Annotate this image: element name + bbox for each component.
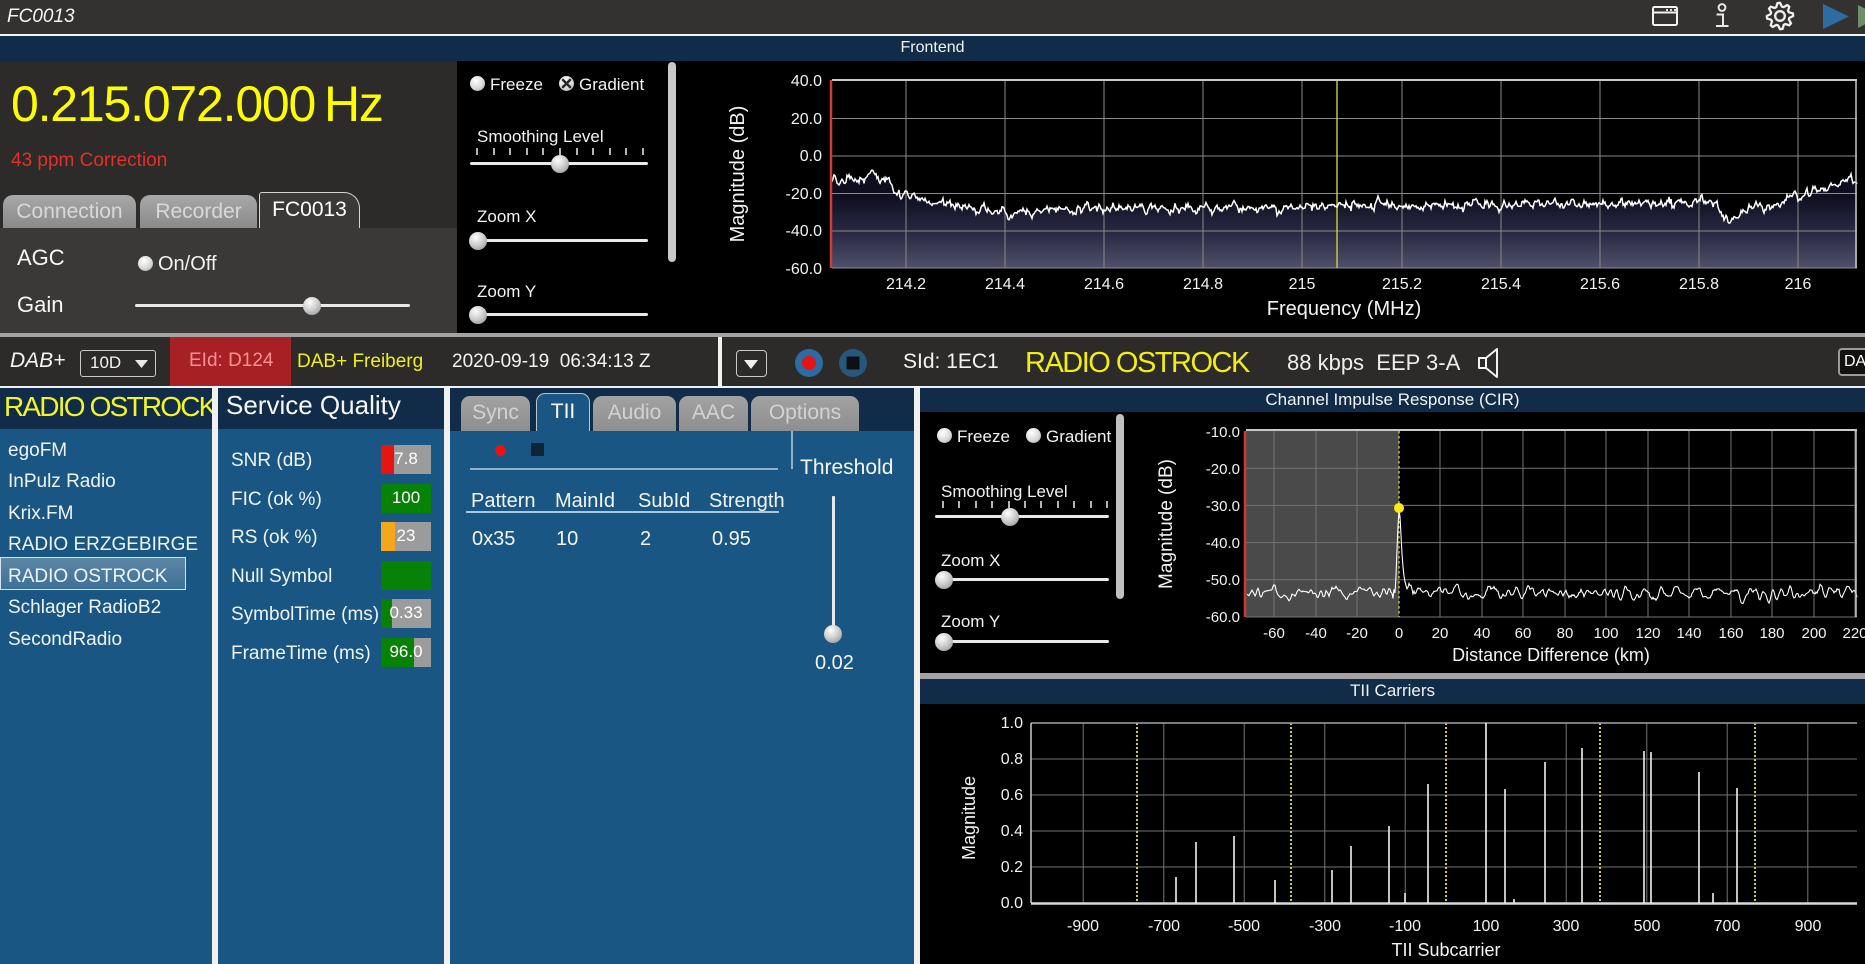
svg-text:20.0: 20.0 bbox=[791, 111, 822, 128]
svg-text:120: 120 bbox=[1635, 625, 1660, 642]
svg-text:20: 20 bbox=[1432, 625, 1449, 642]
svg-text:300: 300 bbox=[1553, 918, 1580, 935]
svg-text:0.0: 0.0 bbox=[1001, 895, 1023, 912]
svg-text:214.8: 214.8 bbox=[1183, 276, 1223, 293]
svg-text:Frequency (MHz): Frequency (MHz) bbox=[1267, 298, 1421, 320]
svg-text:-30.0: -30.0 bbox=[1206, 498, 1240, 515]
svg-text:-40.0: -40.0 bbox=[1206, 535, 1240, 552]
svg-text:160: 160 bbox=[1718, 625, 1743, 642]
svg-text:100: 100 bbox=[1473, 918, 1500, 935]
svg-text:180: 180 bbox=[1759, 625, 1784, 642]
svg-text:214.4: 214.4 bbox=[985, 276, 1025, 293]
svg-text:-60.0: -60.0 bbox=[1206, 609, 1240, 626]
svg-text:-10.0: -10.0 bbox=[1206, 424, 1240, 441]
svg-text:-40.0: -40.0 bbox=[786, 223, 823, 240]
svg-text:0.4: 0.4 bbox=[1001, 823, 1023, 840]
svg-text:Magnitude: Magnitude bbox=[959, 776, 979, 860]
svg-text:Distance Difference (km): Distance Difference (km) bbox=[1452, 645, 1650, 665]
svg-text:-700: -700 bbox=[1148, 918, 1180, 935]
svg-text:200: 200 bbox=[1801, 625, 1826, 642]
svg-text:215.6: 215.6 bbox=[1580, 276, 1620, 293]
svg-text:Magnitude (dB): Magnitude (dB) bbox=[1156, 459, 1177, 589]
svg-text:-40: -40 bbox=[1305, 625, 1327, 642]
svg-text:0.8: 0.8 bbox=[1001, 751, 1023, 768]
svg-text:-300: -300 bbox=[1309, 918, 1341, 935]
svg-text:-20.0: -20.0 bbox=[1206, 461, 1240, 478]
svg-text:40.0: 40.0 bbox=[791, 73, 822, 90]
svg-text:215.8: 215.8 bbox=[1679, 276, 1719, 293]
svg-text:140: 140 bbox=[1676, 625, 1701, 642]
svg-text:215: 215 bbox=[1289, 276, 1316, 293]
svg-text:214.6: 214.6 bbox=[1084, 276, 1124, 293]
svg-text:-900: -900 bbox=[1067, 918, 1099, 935]
svg-text:-100: -100 bbox=[1389, 918, 1421, 935]
svg-text:216: 216 bbox=[1785, 276, 1812, 293]
svg-text:-20: -20 bbox=[1346, 625, 1368, 642]
svg-text:1.0: 1.0 bbox=[1001, 715, 1023, 732]
svg-text:0.2: 0.2 bbox=[1001, 859, 1023, 876]
svg-text:0.0: 0.0 bbox=[800, 148, 822, 165]
svg-text:100: 100 bbox=[1593, 625, 1618, 642]
svg-text:60: 60 bbox=[1515, 625, 1532, 642]
svg-text:0: 0 bbox=[1395, 625, 1403, 642]
svg-text:Magnitude (dB): Magnitude (dB) bbox=[727, 106, 749, 243]
svg-text:TII Subcarrier: TII Subcarrier bbox=[1391, 940, 1500, 960]
svg-text:215.4: 215.4 bbox=[1481, 276, 1521, 293]
svg-text:500: 500 bbox=[1634, 918, 1661, 935]
svg-text:214.2: 214.2 bbox=[886, 276, 926, 293]
svg-text:900: 900 bbox=[1795, 918, 1822, 935]
svg-text:-60.0: -60.0 bbox=[786, 261, 823, 278]
svg-text:0.6: 0.6 bbox=[1001, 787, 1023, 804]
svg-text:-60: -60 bbox=[1263, 625, 1285, 642]
svg-text:-50.0: -50.0 bbox=[1206, 572, 1240, 589]
svg-text:220: 220 bbox=[1842, 625, 1865, 642]
svg-text:-500: -500 bbox=[1228, 918, 1260, 935]
svg-text:-20.0: -20.0 bbox=[786, 186, 823, 203]
svg-text:700: 700 bbox=[1714, 918, 1741, 935]
svg-text:40: 40 bbox=[1474, 625, 1491, 642]
svg-text:80: 80 bbox=[1557, 625, 1574, 642]
svg-text:215.2: 215.2 bbox=[1382, 276, 1422, 293]
